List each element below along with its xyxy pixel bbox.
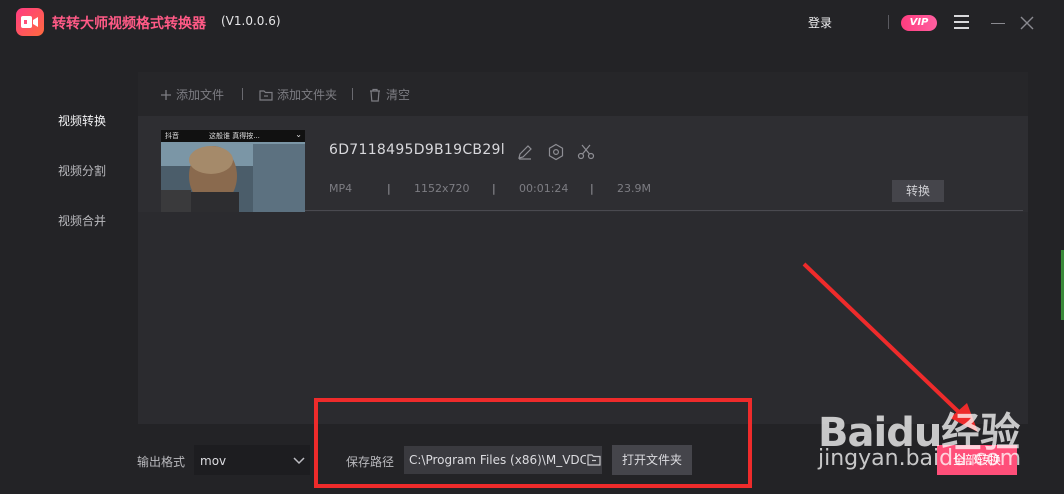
thumbnail-tag: 抖音	[165, 132, 179, 140]
folder-icon	[259, 89, 273, 101]
vip-badge[interactable]: VIP	[901, 15, 937, 31]
file-resolution: 1152x720	[414, 182, 470, 195]
row-divider	[305, 210, 1023, 211]
trash-icon	[370, 88, 380, 102]
file-toolbar: 添加文件 添加文件夹 清空	[138, 72, 1028, 116]
app-logo	[16, 8, 44, 36]
chevron-down-icon: ⌄	[295, 130, 302, 139]
file-duration: 00:01:24	[519, 182, 569, 195]
edit-icon[interactable]	[516, 143, 534, 161]
open-folder-button[interactable]: 打开文件夹	[612, 445, 692, 475]
login-link[interactable]: 登录	[808, 14, 832, 31]
thumbnail-caption: 这般谁 真得按...	[209, 132, 260, 140]
output-format-label: 输出格式	[137, 455, 186, 469]
add-file-button[interactable]: 添加文件	[160, 86, 224, 103]
clear-label: 清空	[386, 88, 411, 102]
settings-icon[interactable]	[547, 143, 565, 161]
file-row[interactable]: 抖音 这般谁 真得按... ⌄ 6D7118495D9B19CB29l MP4 …	[138, 116, 1028, 212]
chevron-down-icon	[293, 457, 305, 465]
meta-divider: |	[492, 182, 496, 195]
file-name: 6D7118495D9B19CB29l	[329, 142, 505, 158]
browse-folder-icon[interactable]	[586, 452, 602, 468]
video-thumbnail: 抖音 这般谁 真得按... ⌄	[161, 130, 305, 212]
toolbar-divider	[242, 88, 243, 100]
file-format: MP4	[329, 182, 353, 195]
toolbar-divider	[352, 88, 353, 100]
output-format-select[interactable]: mov	[194, 445, 310, 475]
sidebar-item-video-merge[interactable]: 视频合并	[58, 212, 106, 229]
add-folder-button[interactable]: 添加文件夹	[259, 86, 337, 103]
save-path-field[interactable]: C:\Program Files (x86)\M_VDC	[404, 446, 602, 474]
meta-divider: |	[387, 182, 391, 195]
close-icon[interactable]	[1018, 14, 1036, 32]
sidebar-item-video-convert[interactable]: 视频转换	[58, 112, 106, 129]
sidebar-item-video-split[interactable]: 视频分割	[58, 162, 106, 179]
scissors-icon[interactable]	[577, 143, 595, 161]
clear-button[interactable]: 清空	[368, 86, 410, 103]
app-window: 转转大师视频格式转换器 (V1.0.0.6) 登录 VIP 视频转换 视频分割 …	[0, 0, 1064, 494]
add-file-label: 添加文件	[176, 88, 225, 102]
menu-icon[interactable]	[954, 15, 970, 31]
save-path-label: 保存路径	[346, 455, 395, 469]
app-version: (V1.0.0.6)	[221, 14, 281, 28]
meta-divider: |	[590, 182, 594, 195]
output-format-value: mov	[200, 454, 227, 468]
save-path-value: C:\Program Files (x86)\M_VDC	[409, 453, 589, 467]
title-divider	[888, 15, 889, 29]
app-title: 转转大师视频格式转换器	[52, 16, 206, 32]
file-list-panel: 添加文件 添加文件夹 清空 抖音 这般谁 真得按... ⌄ 6D7118495D…	[138, 72, 1028, 424]
add-folder-label: 添加文件夹	[277, 88, 338, 102]
file-size: 23.9M	[617, 182, 651, 195]
plus-icon	[161, 89, 171, 100]
title-bar: 转转大师视频格式转换器 (V1.0.0.6) 登录 VIP	[0, 0, 1064, 46]
convert-button[interactable]: 转换	[892, 180, 944, 202]
minimize-icon[interactable]	[990, 15, 1006, 31]
watermark-url: jingyan.baidu.com	[818, 446, 1022, 471]
